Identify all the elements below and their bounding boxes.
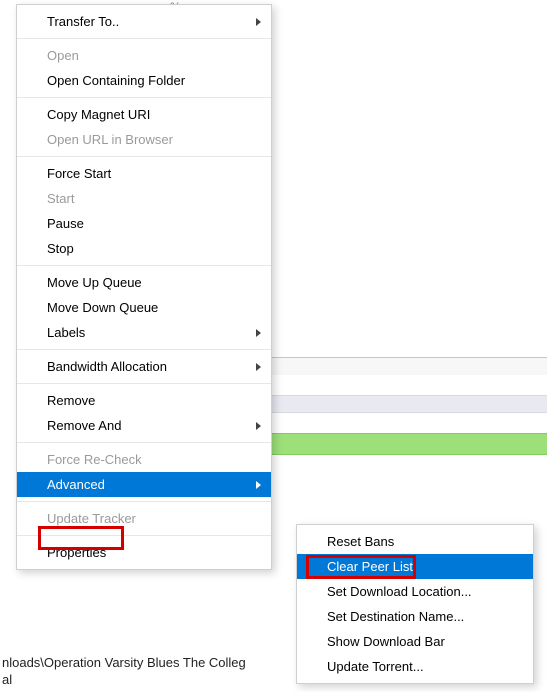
menu-item-label: Open bbox=[47, 48, 79, 63]
menu-item-label: Update Tracker bbox=[47, 511, 136, 526]
chevron-right-icon bbox=[256, 18, 261, 26]
menu-item-advanced[interactable]: Advanced bbox=[17, 472, 271, 497]
context-menu-main: Transfer To.. Open Open Containing Folder C… bbox=[16, 4, 272, 570]
menu-item-bandwidth-allocation[interactable]: Bandwidth Allocation bbox=[17, 354, 271, 379]
menu-item-label: Properties bbox=[47, 545, 106, 560]
menu-item-transfer-to[interactable]: Transfer To.. bbox=[17, 9, 271, 34]
menu-separator bbox=[17, 501, 271, 502]
menu-item-label: Remove And bbox=[47, 418, 121, 433]
menu-item-label: Set Download Location... bbox=[327, 584, 472, 599]
menu-item-start: Start bbox=[17, 186, 271, 211]
menu-item-open-containing-folder[interactable]: Open Containing Folder bbox=[17, 68, 271, 93]
menu-item-update-tracker: Update Tracker bbox=[17, 506, 271, 531]
menu-item-force-re-check: Force Re-Check bbox=[17, 447, 271, 472]
chevron-right-icon bbox=[256, 363, 261, 371]
menu-separator bbox=[17, 383, 271, 384]
menu-item-stop[interactable]: Stop bbox=[17, 236, 271, 261]
menu-item-set-download-location[interactable]: Set Download Location... bbox=[297, 579, 533, 604]
menu-separator bbox=[17, 38, 271, 39]
menu-separator bbox=[17, 349, 271, 350]
menu-item-label: Force Re-Check bbox=[47, 452, 142, 467]
menu-item-label: Advanced bbox=[47, 477, 105, 492]
menu-item-label: Force Start bbox=[47, 166, 111, 181]
menu-item-open-url-in-browser: Open URL in Browser bbox=[17, 127, 271, 152]
menu-item-label: Update Torrent... bbox=[327, 659, 424, 674]
menu-item-pause[interactable]: Pause bbox=[17, 211, 271, 236]
chevron-right-icon bbox=[256, 481, 261, 489]
menu-item-label: Move Down Queue bbox=[47, 300, 158, 315]
menu-item-label: Start bbox=[47, 191, 74, 206]
menu-item-force-start[interactable]: Force Start bbox=[17, 161, 271, 186]
background-row bbox=[270, 357, 547, 375]
menu-separator bbox=[17, 156, 271, 157]
menu-item-label: Show Download Bar bbox=[327, 634, 445, 649]
menu-item-set-destination-name[interactable]: Set Destination Name... bbox=[297, 604, 533, 629]
menu-item-label: Transfer To.. bbox=[47, 14, 119, 29]
background-row bbox=[270, 395, 547, 413]
menu-separator bbox=[17, 265, 271, 266]
menu-item-label: Stop bbox=[47, 241, 74, 256]
menu-item-move-up-queue[interactable]: Move Up Queue bbox=[17, 270, 271, 295]
menu-item-label: Copy Magnet URI bbox=[47, 107, 150, 122]
menu-item-label: Open URL in Browser bbox=[47, 132, 173, 147]
menu-item-label: Labels bbox=[47, 325, 85, 340]
menu-item-labels[interactable]: Labels bbox=[17, 320, 271, 345]
chevron-right-icon bbox=[256, 329, 261, 337]
menu-item-open: Open bbox=[17, 43, 271, 68]
menu-item-copy-magnet-uri[interactable]: Copy Magnet URI bbox=[17, 102, 271, 127]
menu-item-label: Remove bbox=[47, 393, 95, 408]
chevron-right-icon bbox=[256, 422, 261, 430]
menu-item-label: Bandwidth Allocation bbox=[47, 359, 167, 374]
menu-separator bbox=[17, 535, 271, 536]
menu-item-remove-and[interactable]: Remove And bbox=[17, 413, 271, 438]
path-fragment: nloads\Operation Varsity Blues The Colle… bbox=[0, 655, 246, 689]
context-menu-advanced-submenu: Reset Bans Clear Peer List Set Download Lo… bbox=[296, 524, 534, 684]
menu-item-show-download-bar[interactable]: Show Download Bar bbox=[297, 629, 533, 654]
menu-item-reset-bans[interactable]: Reset Bans bbox=[297, 529, 533, 554]
menu-item-label: Clear Peer List bbox=[327, 559, 413, 574]
menu-item-update-torrent[interactable]: Update Torrent... bbox=[297, 654, 533, 679]
background-progress-row bbox=[270, 433, 547, 455]
menu-item-label: Reset Bans bbox=[327, 534, 394, 549]
menu-separator bbox=[17, 442, 271, 443]
menu-separator bbox=[17, 97, 271, 98]
menu-item-properties[interactable]: Properties bbox=[17, 540, 271, 565]
menu-item-label: Move Up Queue bbox=[47, 275, 142, 290]
menu-item-move-down-queue[interactable]: Move Down Queue bbox=[17, 295, 271, 320]
menu-item-remove[interactable]: Remove bbox=[17, 388, 271, 413]
menu-item-clear-peer-list[interactable]: Clear Peer List bbox=[297, 554, 533, 579]
menu-item-label: Pause bbox=[47, 216, 84, 231]
menu-item-label: Set Destination Name... bbox=[327, 609, 464, 624]
menu-item-label: Open Containing Folder bbox=[47, 73, 185, 88]
